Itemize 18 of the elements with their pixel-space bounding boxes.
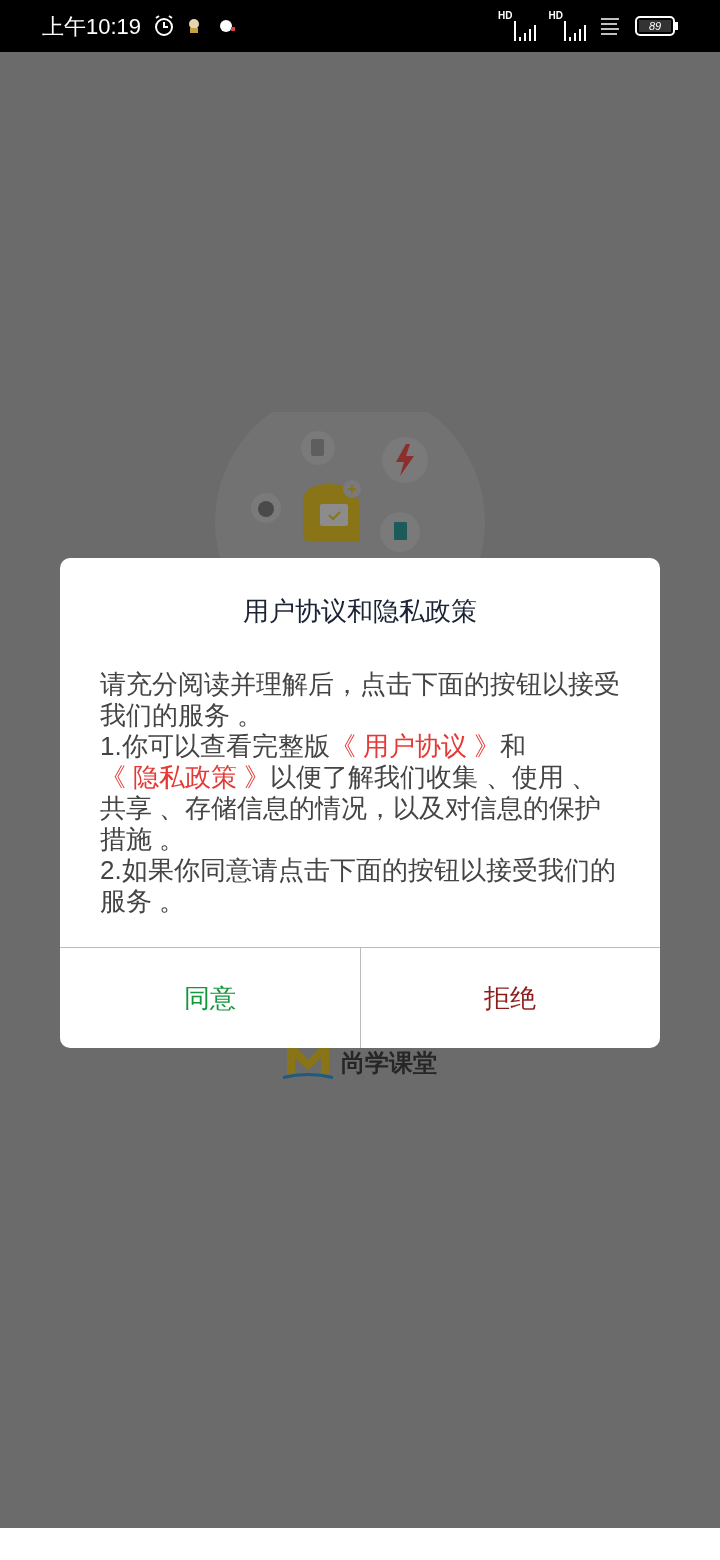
decline-button[interactable]: 拒绝 bbox=[359, 948, 660, 1048]
chat-notification-icon bbox=[219, 18, 236, 34]
battery-level: 89 bbox=[639, 20, 671, 32]
alarm-icon bbox=[153, 14, 176, 38]
network-label: HD bbox=[498, 11, 513, 21]
status-time: 上午10:19 bbox=[42, 12, 142, 41]
policy-link[interactable]: 《 隐私政策 》 bbox=[100, 762, 271, 792]
dialog-paragraph: 2.如果你同意请点击下面的按钮以接受我们的服务 。 bbox=[100, 855, 617, 917]
dialog-title: 用户协议和隐私政策 bbox=[242, 595, 478, 628]
logo-icon bbox=[283, 1046, 333, 1080]
brand-name: 尚学课堂 bbox=[341, 1048, 437, 1078]
signal-icon bbox=[512, 21, 537, 41]
network-label: HD bbox=[548, 11, 563, 21]
signal-icon bbox=[563, 21, 587, 41]
policy-link[interactable]: 《 用户协议 》 bbox=[329, 731, 501, 761]
dialog-paragraph: 1.你可以查看完整版《 用户协议 》和 《 隐私政策 》以便了解我们收集 、使用 、共享 、存储信息的情况，以及对信息的保护措施 。 bbox=[100, 731, 603, 855]
dialog-paragraph: 请充分阅读并理解后，点击下面的按钮以接受我们的服务 。 bbox=[100, 669, 620, 731]
agree-button[interactable]: 同意 bbox=[60, 948, 360, 1048]
